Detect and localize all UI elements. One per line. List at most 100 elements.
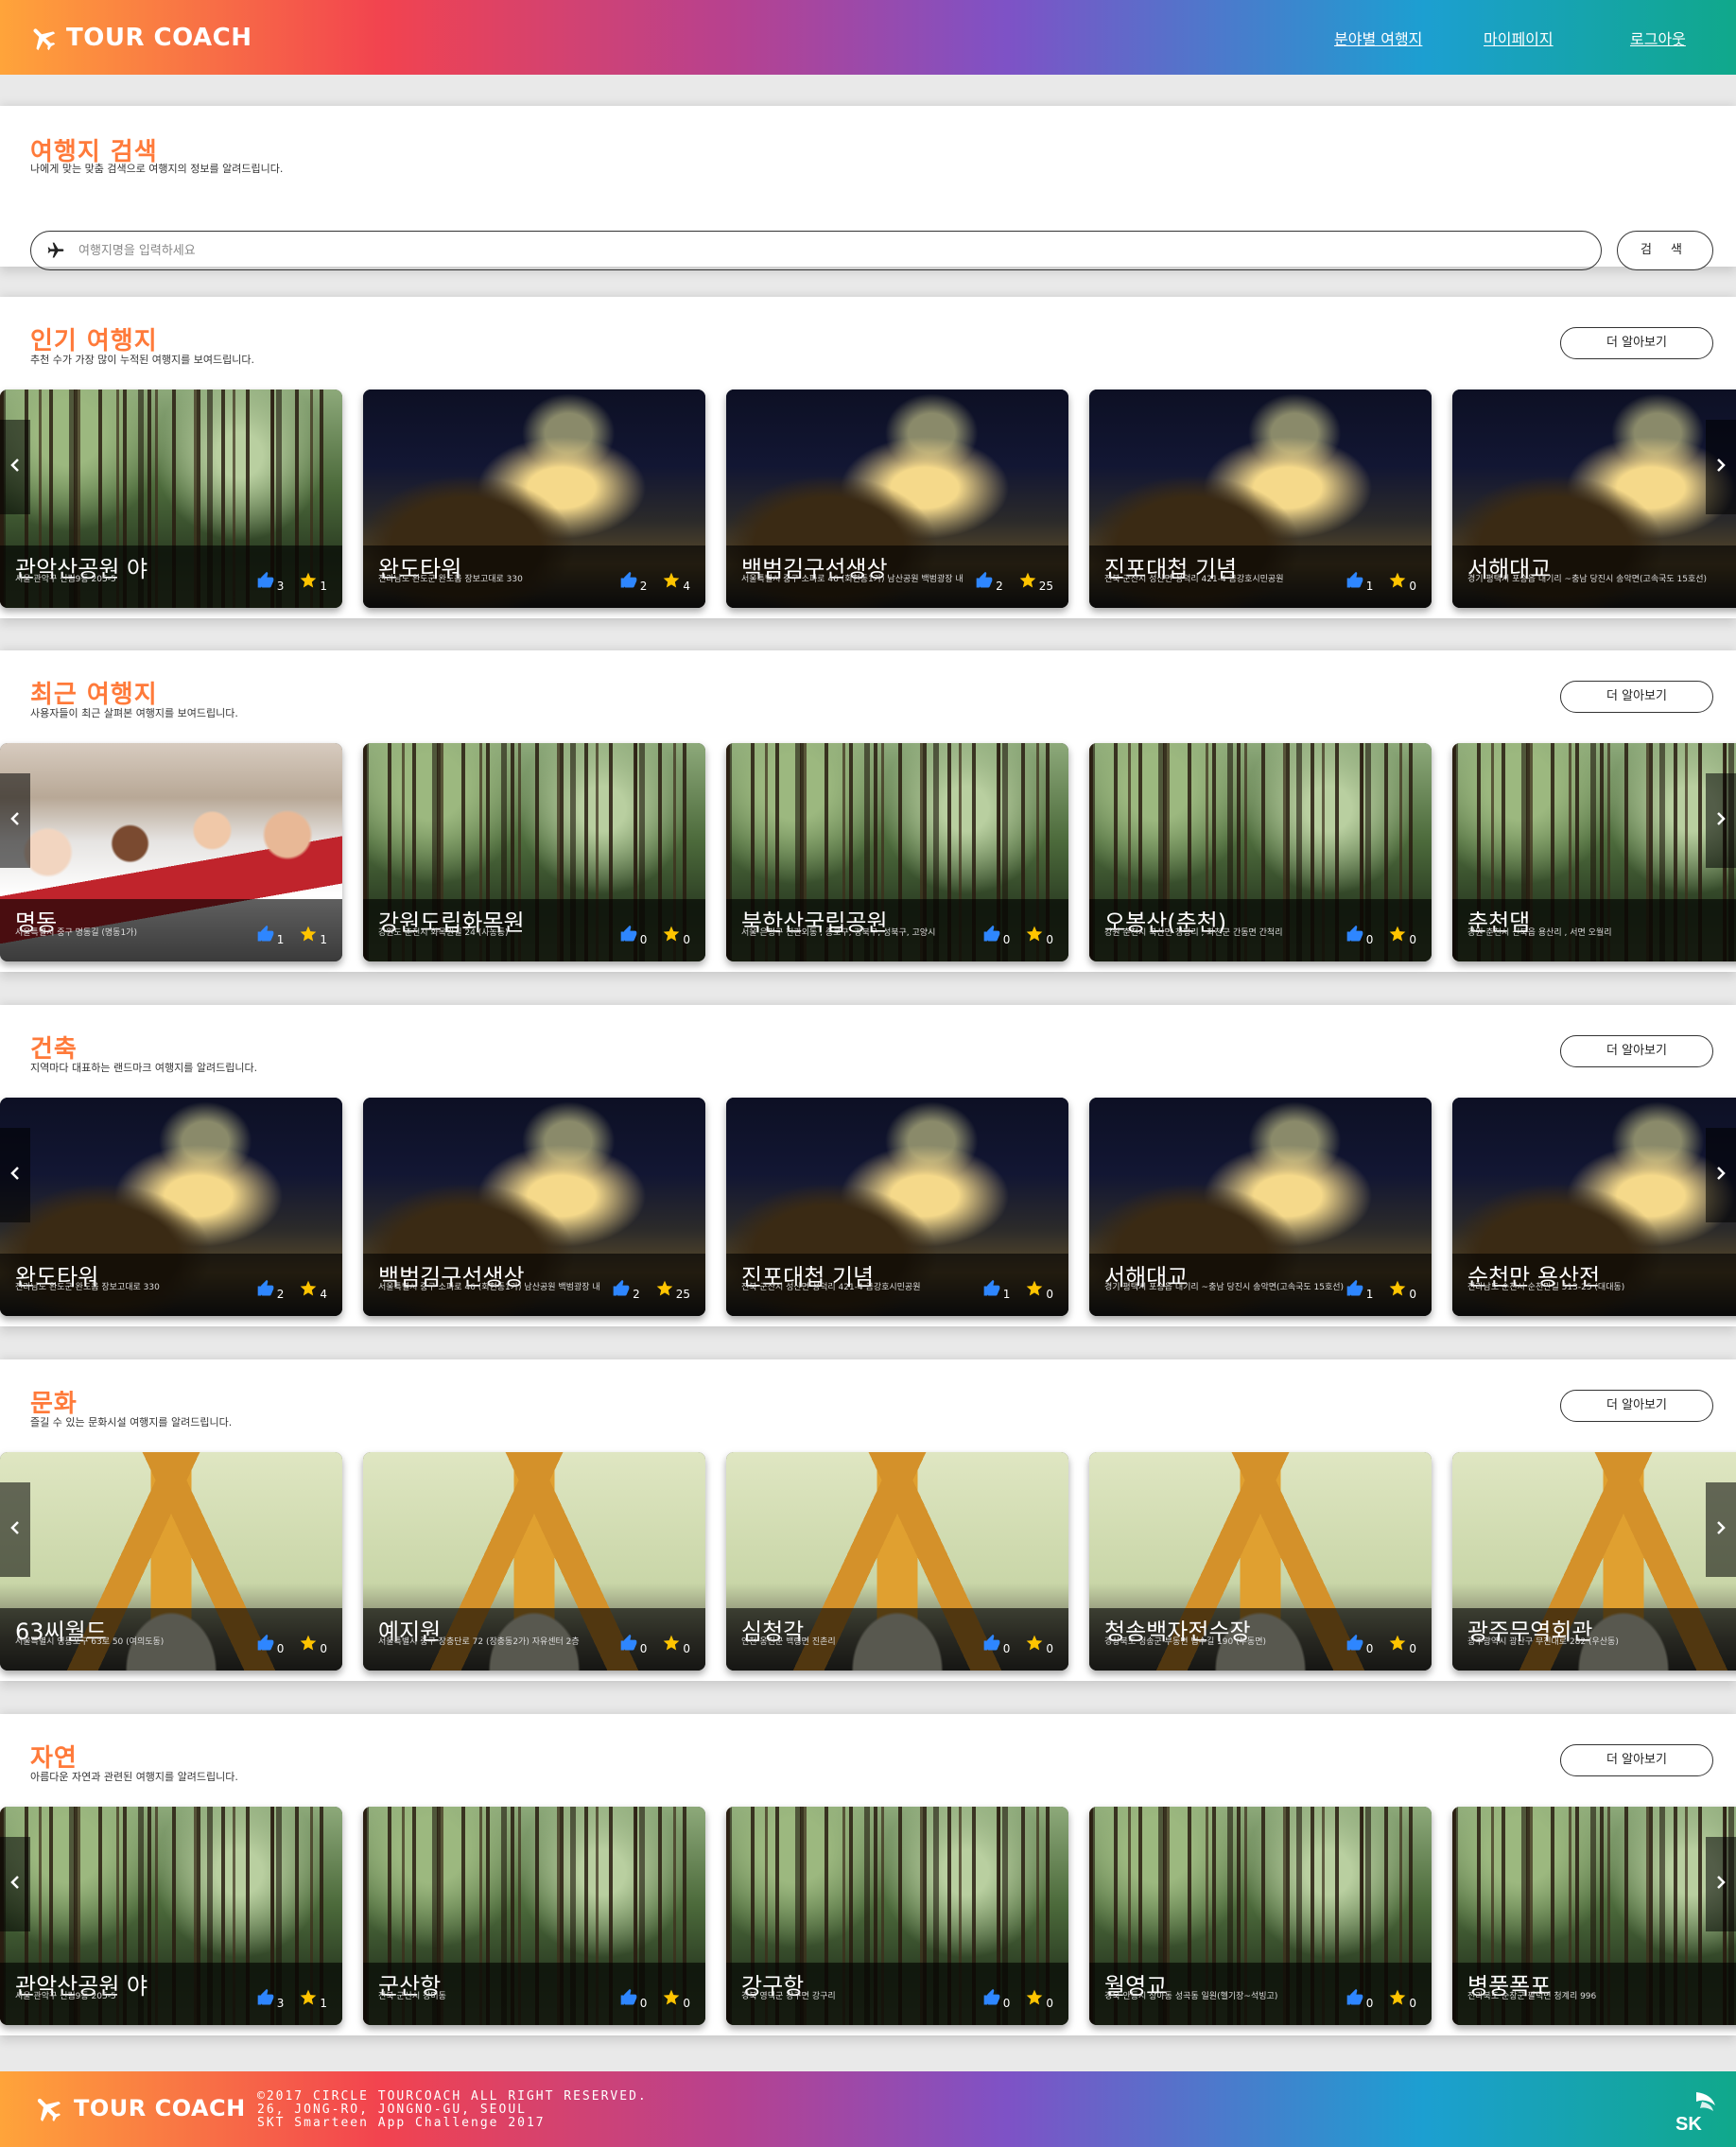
place-card[interactable]: 예지원 서울특별시 중구 장충단로 72 (장충동2가) 자유센터 2층 0 0: [363, 1452, 705, 1671]
like-count[interactable]: 0: [619, 925, 647, 946]
star-count[interactable]: 0: [662, 1988, 690, 2010]
like-count[interactable]: 0: [982, 1634, 1010, 1655]
like-count[interactable]: 2: [619, 571, 647, 593]
star-count[interactable]: 1: [299, 925, 327, 946]
place-address: 전라남도 순천시 순천만길 513-25 (대대동): [1467, 1283, 1625, 1292]
like-count[interactable]: 2: [612, 1279, 640, 1301]
place-card[interactable]: 순천만 용산전전라남도 순천시 순천만길 513-25 (대대동)1: [1452, 1098, 1736, 1316]
place-card[interactable]: 완도타워 전라남도 완도군 완도읍 장보고대로 330 2 4: [0, 1098, 342, 1316]
like-count-value: 3: [276, 1997, 285, 2010]
like-count[interactable]: 1: [256, 925, 284, 946]
carousel-next-button[interactable]: [1706, 1482, 1736, 1577]
place-card[interactable]: 심청각 인천 옹진군 백령면 진촌리 0 0: [726, 1452, 1068, 1671]
search-input[interactable]: [78, 243, 1497, 258]
place-card[interactable]: 관악산공원 야 서울 관악구 신림9동 205-5 3 1: [0, 1807, 342, 2025]
like-count[interactable]: 1: [1345, 571, 1373, 593]
star-count[interactable]: 0: [662, 1634, 690, 1655]
place-card[interactable]: 서해대교 경기 평택시 포승읍 내기리 ~충남 당진시 송악면(고속국도 15호선…: [1452, 390, 1736, 608]
star-count[interactable]: 0: [1388, 1988, 1416, 2010]
more-button[interactable]: 더 알아보기: [1560, 681, 1713, 713]
place-card[interactable]: 강구항 경북 영덕군 강구면 강구리 0 0: [726, 1807, 1068, 2025]
section-panel: 인기 여행지 추천 수가 가장 많이 누적된 여행지를 보여드립니다. 더 알아보기…: [0, 297, 1736, 618]
nav-category-link[interactable]: 분야별 여행지: [1334, 26, 1422, 49]
card-stats: 10: [1330, 571, 1416, 593]
carousel-next-button[interactable]: [1706, 773, 1736, 868]
like-count[interactable]: 1: [1345, 1279, 1373, 1301]
star-count[interactable]: 0: [1388, 925, 1416, 946]
star-count-value: 4: [320, 1288, 327, 1301]
place-card[interactable]: 군산항 전북 군산시 장미동 0 0: [363, 1807, 705, 2025]
thumbs-up-icon: [256, 1279, 277, 1301]
star-count[interactable]: 25: [1018, 571, 1053, 593]
search-button[interactable]: 검 색: [1617, 231, 1713, 270]
star-count[interactable]: 1: [299, 571, 327, 593]
carousel-prev-button[interactable]: [0, 773, 30, 868]
place-card[interactable]: 청송백자전수장 경상북도 청송군 부동면 법수길 190 (부동면) 0 0: [1089, 1452, 1432, 1671]
more-button[interactable]: 더 알아보기: [1560, 1390, 1713, 1422]
place-card[interactable]: 63씨월드 서울특별시 영등포구 63로 50 (여의도동) 0 0: [0, 1452, 342, 1671]
place-card[interactable]: 백범김구선생상 서울특별시 중구 소파로 46 (회현동1가) 남산공원 백범광장…: [363, 1098, 705, 1316]
carousel-next-button[interactable]: [1706, 1837, 1736, 1931]
star-count[interactable]: 4: [662, 571, 690, 593]
place-card[interactable]: 강원도립화목원 강원도 춘천시 화목원길 24 (사농동) 0 0: [363, 743, 705, 961]
place-card[interactable]: 백범김구선생상 서울특별시 중구 소파로 46 (회현동1가) 남산공원 백범광장…: [726, 390, 1068, 608]
place-card[interactable]: 병풍폭포전라북도 순창군 팔덕면 청계리 9960: [1452, 1807, 1736, 2025]
carousel-next-button[interactable]: [1706, 420, 1736, 514]
star-count[interactable]: 0: [1388, 571, 1416, 593]
carousel-prev-button[interactable]: [0, 1837, 30, 1931]
like-count[interactable]: 3: [256, 1988, 285, 2010]
like-count[interactable]: 2: [975, 571, 1003, 593]
like-count[interactable]: 0: [619, 1634, 647, 1655]
thumbs-up-icon: [256, 925, 277, 946]
star-count[interactable]: 1: [299, 1988, 327, 2010]
carousel-prev-button[interactable]: [0, 420, 30, 514]
place-card[interactable]: 북한산국립공원 서울 은평구 진관외동 , 종로구, 강북구, 성북구, 고양시 0…: [726, 743, 1068, 961]
place-card[interactable]: 오봉산(춘천) 강원 춘천시 북산면 청평리 , 화천군 간동면 간척리 0 0: [1089, 743, 1432, 961]
star-count[interactable]: 0: [1388, 1634, 1416, 1655]
like-count[interactable]: 2: [256, 1279, 285, 1301]
place-card[interactable]: 월영교 경북 안동시 상아동 성곡동 일원(헬기장~석빙고) 0 0: [1089, 1807, 1432, 2025]
like-count[interactable]: 0: [982, 925, 1010, 946]
place-card[interactable]: 완도타워 전라남도 완도군 완도읍 장보고대로 330 2 4: [363, 390, 705, 608]
star-count[interactable]: 0: [1388, 1279, 1416, 1301]
star-count[interactable]: 4: [299, 1279, 327, 1301]
place-card[interactable]: 춘천댐강원 춘천시 신북읍 용산리 , 서면 오월리0: [1452, 743, 1736, 961]
star-count[interactable]: 0: [299, 1634, 327, 1655]
star-count[interactable]: 0: [1025, 1279, 1053, 1301]
place-card[interactable]: 관악산공원 야 서울 관악구 신림9동 205-5 3 1: [0, 390, 342, 608]
thumbs-up-icon: [256, 1634, 277, 1655]
star-count[interactable]: 25: [655, 1279, 690, 1301]
carousel-prev-button[interactable]: [0, 1482, 30, 1577]
more-button[interactable]: 더 알아보기: [1560, 327, 1713, 359]
like-count[interactable]: 0: [256, 1634, 284, 1655]
like-count[interactable]: 0: [1345, 925, 1373, 946]
section-panel: 건축 지역마다 대표하는 랜드마크 여행지를 알려드립니다. 더 알아보기 완도타워 전…: [0, 1005, 1736, 1326]
more-button[interactable]: 더 알아보기: [1560, 1035, 1713, 1067]
like-count[interactable]: 1: [982, 1279, 1010, 1301]
card-stats: 2 25: [597, 1279, 690, 1301]
place-card[interactable]: 진포대첩 기념 전북 군산시 성산면 성덕리 421-4 금강호시민공원 1 0: [726, 1098, 1068, 1316]
carousel-next-button[interactable]: [1706, 1128, 1736, 1222]
star-count[interactable]: 0: [1025, 925, 1053, 946]
carousel-prev-button[interactable]: [0, 1128, 30, 1222]
star-count[interactable]: 0: [1025, 1988, 1053, 2010]
like-count-value: 2: [276, 1288, 285, 1301]
place-card[interactable]: 광주무역회관광주광역시 광산구 무진대로 282 (우산동)0: [1452, 1452, 1736, 1671]
place-card[interactable]: 명동 서울특별시 중구 명동길 (명동1가) 1 1: [0, 743, 342, 961]
like-count[interactable]: 3: [256, 571, 285, 593]
place-card[interactable]: 진포대첩 기념 전북 군산시 성산면 성덕리 421-4 금강호시민공원 1 0: [1089, 390, 1432, 608]
nav-mypage-link[interactable]: 마이페이지: [1484, 26, 1554, 49]
like-count[interactable]: 0: [1345, 1634, 1373, 1655]
like-count-value: 3: [276, 580, 285, 593]
search-field[interactable]: [30, 231, 1602, 270]
nav-logout-link[interactable]: 로그아웃: [1630, 26, 1686, 49]
like-count[interactable]: 0: [982, 1988, 1010, 2010]
star-count[interactable]: 0: [1025, 1634, 1053, 1655]
like-count[interactable]: 0: [619, 1988, 647, 2010]
logo[interactable]: TOUR COACH: [28, 23, 252, 53]
like-count[interactable]: 0: [1345, 1988, 1373, 2010]
place-card[interactable]: 서해대교 경기 평택시 포승읍 내기리 ~충남 당진시 송악면(고속국도 15호선…: [1089, 1098, 1432, 1316]
star-icon: [1388, 1279, 1409, 1301]
star-count[interactable]: 0: [662, 925, 690, 946]
more-button[interactable]: 더 알아보기: [1560, 1744, 1713, 1776]
